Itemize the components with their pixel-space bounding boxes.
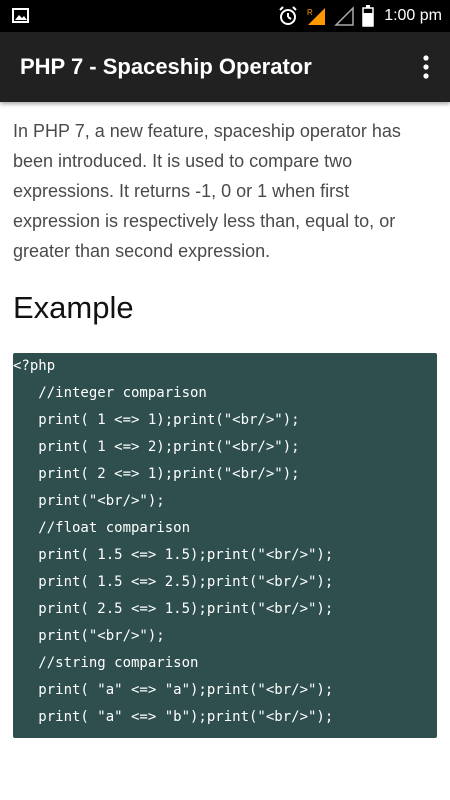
- code-line: //integer comparison: [13, 385, 207, 401]
- code-line: print( "a" <=> "a");print("<br/>");: [13, 682, 334, 698]
- code-line: print("<br/>");: [13, 493, 165, 509]
- code-line: print( 1 <=> 1);print("<br/>");: [13, 412, 300, 428]
- example-heading: Example: [13, 290, 134, 325]
- code-line: print( "a" <=> "b");print("<br/>");: [13, 709, 334, 725]
- code-line: print( 1.5 <=> 1.5);print("<br/>");: [13, 547, 334, 563]
- code-block: <?php //integer comparison print( 1 <=> …: [13, 353, 437, 738]
- code-line: <?php: [13, 358, 56, 374]
- code-line: //float comparison: [13, 520, 191, 536]
- code-line: print( 2 <=> 1);print("<br/>");: [13, 466, 300, 482]
- status-time: 1:00 pm: [384, 7, 442, 24]
- app-bar: PHP 7 - Spaceship Operator: [0, 32, 450, 102]
- code-line: print( 2.5 <=> 1.5);print("<br/>");: [13, 601, 334, 617]
- signal-empty-icon: [334, 6, 354, 26]
- alarm-icon: [279, 6, 297, 25]
- signal-roaming-icon: R: [307, 8, 326, 25]
- gallery-icon: [12, 8, 29, 23]
- intro-paragraph: In PHP 7, a new feature, spaceship opera…: [13, 121, 401, 261]
- svg-text:R: R: [307, 8, 313, 17]
- code-line: print("<br/>");: [13, 628, 165, 644]
- code-line: //string comparison: [13, 655, 199, 671]
- status-bar: R 1:00 pm: [0, 0, 450, 32]
- status-icons: R 1:00 pm: [278, 0, 442, 32]
- code-line: print( 1 <=> 2);print("<br/>");: [13, 439, 300, 455]
- battery-icon: [362, 5, 374, 27]
- more-vert-icon[interactable]: [420, 54, 432, 80]
- app-bar-title: PHP 7 - Spaceship Operator: [20, 54, 312, 79]
- code-line: print( 1.5 <=> 2.5);print("<br/>");: [13, 574, 334, 590]
